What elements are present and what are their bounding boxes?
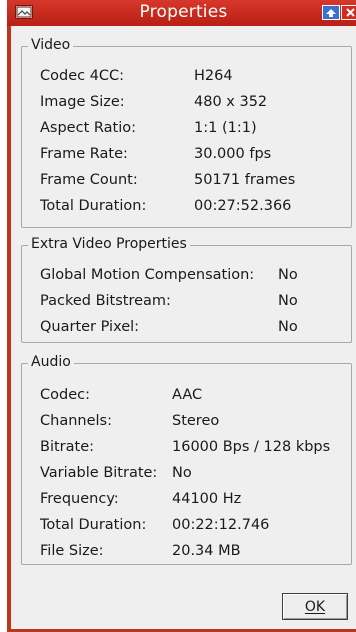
channels-value: Stereo [172, 413, 220, 429]
video-group: Video Codec 4CC: H264 Image Size: 480 x … [21, 37, 352, 228]
codec-4cc-value: H264 [194, 68, 233, 84]
packed-bitstream-label: Packed Bitstream: [40, 293, 171, 309]
audio-codec-value: AAC [172, 387, 203, 403]
codec-4cc-label: Codec 4CC: [40, 68, 125, 84]
frame-rate-label: Frame Rate: [40, 146, 128, 162]
ok-button[interactable]: OK [282, 593, 348, 620]
video-total-duration-value: 00:27:52.366 [194, 198, 292, 214]
ok-button-label: OK [304, 598, 326, 615]
extra-video-properties-title: Extra Video Properties [28, 236, 190, 252]
frame-rate-value: 30.000 fps [194, 146, 272, 162]
audio-codec-label: Codec: [40, 387, 90, 403]
global-motion-compensation-label: Global Motion Compensation: [40, 267, 255, 283]
quarter-pixel-label: Quarter Pixel: [40, 319, 140, 335]
maximize-button[interactable] [322, 5, 340, 20]
variable-bitrate-label: Variable Bitrate: [40, 465, 158, 481]
aspect-ratio-label: Aspect Ratio: [40, 120, 136, 136]
audio-group-title: Audio [28, 354, 74, 370]
video-total-duration-label: Total Duration: [40, 198, 147, 214]
extra-video-properties-group: Extra Video Properties Global Motion Com… [21, 236, 352, 343]
file-size-label: File Size: [40, 543, 104, 559]
title-bar[interactable]: Properties [7, 0, 356, 26]
aspect-ratio-value: 1:1 (1:1) [194, 120, 257, 136]
image-size-label: Image Size: [40, 94, 125, 110]
frequency-value: 44100 Hz [172, 491, 242, 507]
audio-total-duration-label: Total Duration: [40, 517, 147, 533]
channels-label: Channels: [40, 413, 112, 429]
audio-group: Audio Codec: AAC Channels: Stereo Bitrat… [21, 354, 352, 565]
video-group-title: Video [28, 37, 74, 53]
global-motion-compensation-value: No [278, 267, 298, 283]
variable-bitrate-value: No [172, 465, 192, 481]
image-size-value: 480 x 352 [194, 94, 268, 110]
close-button[interactable] [341, 5, 356, 20]
audio-total-duration-value: 00:22:12.746 [172, 517, 270, 533]
properties-dialog: Properties Video Codec 4CC: H264 Image S… [7, 0, 356, 632]
close-icon [345, 8, 355, 17]
quarter-pixel-value: No [278, 319, 298, 335]
bitrate-label: Bitrate: [40, 439, 94, 455]
bitrate-value: 16000 Bps / 128 kbps [172, 439, 331, 455]
frequency-label: Frequency: [40, 491, 119, 507]
maximize-icon [326, 8, 336, 17]
file-size-value: 20.34 MB [172, 543, 241, 559]
frame-count-value: 50171 frames [194, 172, 296, 188]
window-title: Properties [139, 2, 228, 22]
packed-bitstream-value: No [278, 293, 298, 309]
frame-count-label: Frame Count: [40, 172, 138, 188]
